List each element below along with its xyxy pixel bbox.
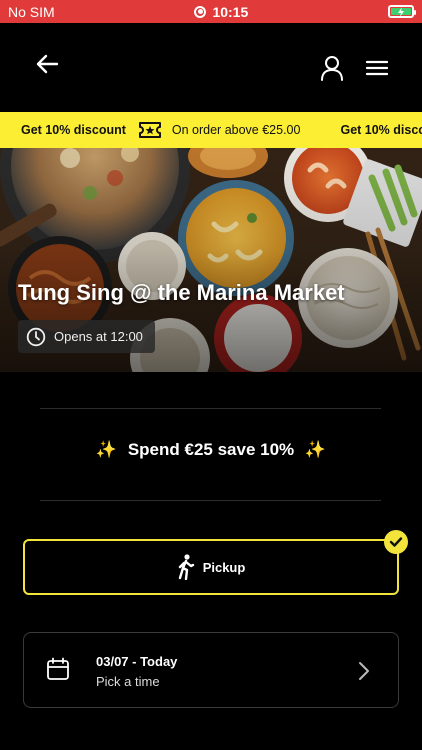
account-button[interactable] — [316, 53, 348, 83]
menu-button[interactable] — [362, 53, 392, 83]
selected-check-badge — [384, 530, 408, 554]
restaurant-name: Tung Sing @ the Marina Market — [18, 280, 345, 305]
pick-time-hint: Pick a time — [96, 674, 160, 689]
spend-save-banner: ✨ Spend €25 save 10% ✨ — [0, 440, 422, 460]
user-icon — [321, 56, 343, 81]
screen-record-icon — [194, 5, 207, 18]
status-time-group: 10:15 — [194, 4, 248, 20]
arrow-left-icon — [36, 54, 59, 74]
divider-bottom — [40, 500, 381, 501]
restaurant-hero: Tung Sing @ the Marina Market Opens at 1… — [0, 148, 422, 372]
ticker-condition: On order above €25.00 — [171, 123, 301, 137]
chevron-right-icon — [359, 662, 369, 680]
pickup-option[interactable]: Pickup — [23, 539, 399, 595]
carrier-label: No SIM — [8, 3, 55, 20]
back-button[interactable] — [30, 49, 64, 79]
calendar-icon — [47, 657, 69, 680]
clock-icon — [26, 327, 46, 346]
ticker-discount-label: Get 10% discount — [21, 123, 126, 137]
status-time: 10:15 — [212, 3, 249, 20]
opening-time-badge: Opens at 12:00 — [18, 320, 155, 353]
pickup-time-selector[interactable]: 03/07 - Today Pick a time — [23, 632, 399, 708]
pickup-date: 03/07 - Today — [96, 654, 178, 669]
sparkle-left-icon: ✨ — [95, 440, 118, 459]
pickup-label: Pickup — [202, 559, 246, 575]
discount-ticker: Get 10% discount On order above €25.00 G… — [0, 112, 422, 148]
status-bar: No SIM 10:15 — [0, 0, 422, 23]
walking-person-icon — [178, 554, 194, 580]
hamburger-menu-icon — [366, 60, 388, 76]
ticker-discount-label-repeat: Get 10% discou — [340, 123, 422, 137]
battery-icon — [388, 5, 416, 18]
top-navbar — [0, 23, 422, 112]
opening-time-text: Opens at 12:00 — [54, 329, 143, 344]
spend-save-text: Spend €25 save 10% — [127, 440, 295, 459]
divider-top — [40, 408, 381, 409]
check-icon — [389, 537, 403, 547]
discount-ticket-icon — [138, 121, 162, 139]
sparkle-right-icon: ✨ — [304, 440, 327, 459]
